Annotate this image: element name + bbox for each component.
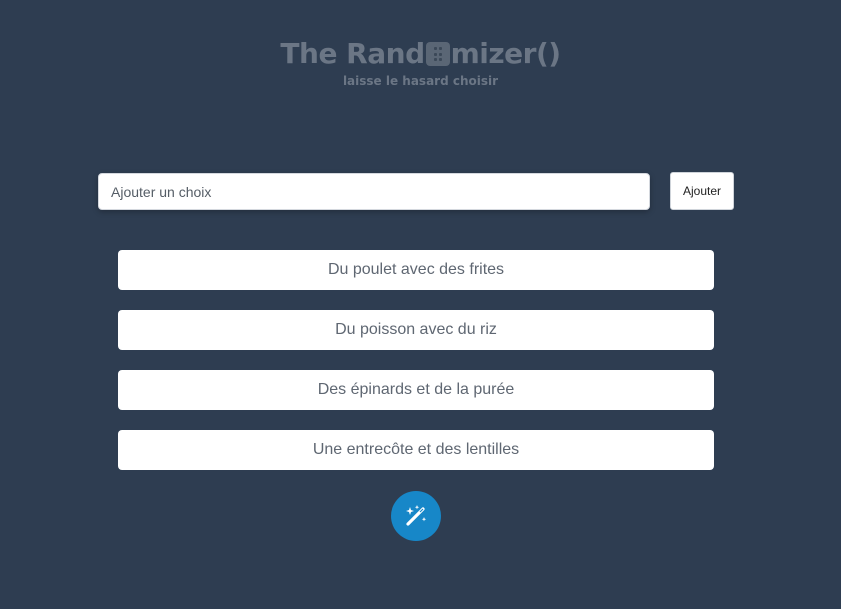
choice-input[interactable] xyxy=(98,173,650,210)
dice-icon xyxy=(425,42,450,66)
app-title-part-2: mizer() xyxy=(450,37,561,70)
app-subtitle: laisse le hasard choisir xyxy=(342,74,499,88)
choice-item[interactable]: Une entrecôte et des lentilles xyxy=(118,430,714,470)
app-title-part-1: The Rand xyxy=(280,37,425,70)
choice-item[interactable]: Des épinards et de la purée xyxy=(118,370,714,410)
choice-item[interactable]: Du poulet avec des frites xyxy=(118,250,714,290)
randomize-button[interactable] xyxy=(391,491,441,541)
app-title: The Rand mizer() xyxy=(280,36,561,72)
magic-wand-icon xyxy=(406,505,427,526)
choice-item[interactable]: Du poisson avec du riz xyxy=(118,310,714,350)
add-choice-button[interactable]: Ajouter xyxy=(670,172,734,210)
app-header: The Rand mizer() laisse le hasard choisir xyxy=(0,36,841,90)
choice-list: Du poulet avec des frites Du poisson ave… xyxy=(118,250,714,490)
